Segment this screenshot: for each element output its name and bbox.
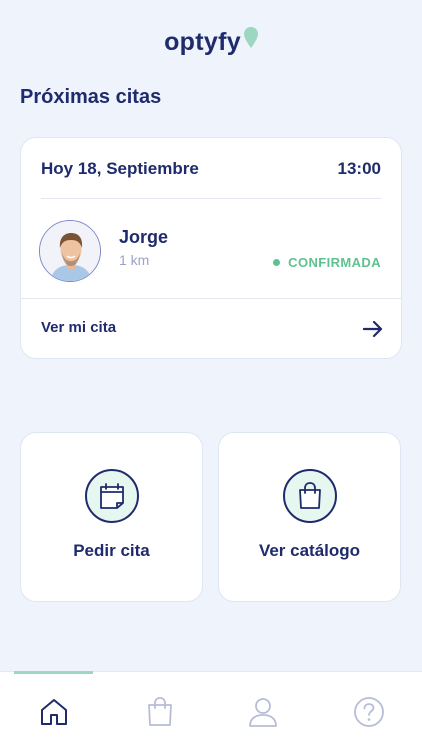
status-label: CONFIRMADA [288,255,381,270]
bottom-tab-bar [0,671,422,750]
status-badge: CONFIRMADA [273,255,381,270]
see-appointment-label: Ver mi cita [41,319,117,336]
appointment-time: 13:00 [337,159,381,178]
person-distance: 1 km [119,252,150,268]
divider [41,198,381,199]
see-appointment-link[interactable]: Ver mi cita [21,299,401,359]
brand-logo: optyfy [0,27,422,57]
tab-home[interactable] [34,692,74,732]
appointment-date: Hoy 18, Septiembre [41,159,199,178]
person-portrait-icon [40,221,100,281]
appointment-card: Hoy 18, Septiembre 13:00 Jorge 1 km CONF… [20,137,402,359]
active-tab-indicator [14,671,93,674]
tab-profile[interactable] [243,692,283,732]
calendar-icon-wrap [84,469,139,523]
help-icon [354,697,384,727]
person-name: Jorge [119,227,169,247]
view-catalog-label: Ver catálogo [258,541,361,560]
home-icon [41,699,67,725]
avatar [39,220,101,282]
arrow-right-icon [363,321,383,337]
book-appointment-label: Pedir cita [73,541,150,560]
calendar-icon [99,483,124,509]
bag-icon-wrap [282,469,337,523]
brand-name: optyfy [164,28,241,56]
shopping-bag-icon [148,697,172,726]
profile-icon [249,698,277,727]
tab-help[interactable] [349,692,389,732]
status-dot-icon [273,259,281,266]
section-title: Próximas citas [20,86,162,108]
shopping-bag-icon [298,482,321,509]
book-appointment-button[interactable]: Pedir cita [20,432,203,602]
tab-shop[interactable] [140,692,180,732]
location-pin-icon [243,27,258,48]
view-catalog-button[interactable]: Ver catálogo [218,432,401,602]
